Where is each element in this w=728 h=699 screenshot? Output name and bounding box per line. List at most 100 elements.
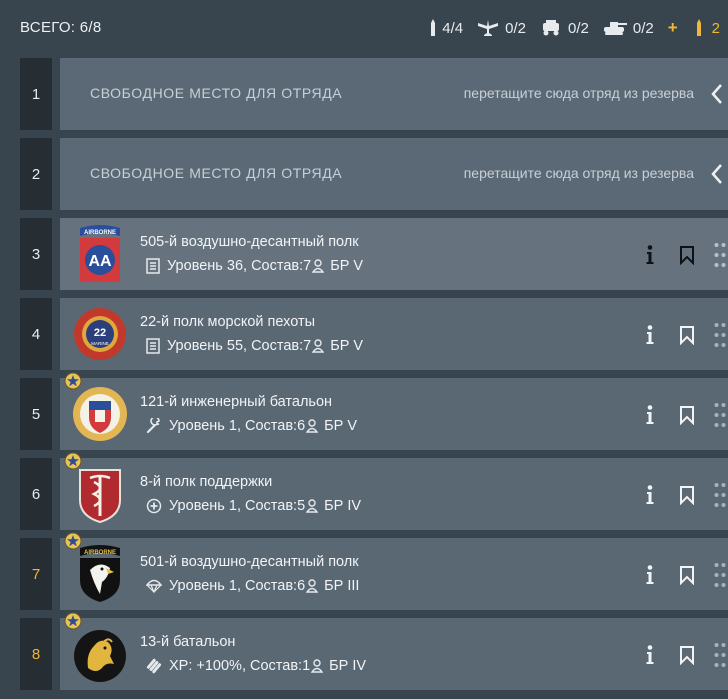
- eagle-airborne-emblem: AIRBORNE: [80, 545, 120, 602]
- medic-plus-icon: [146, 498, 162, 514]
- bookmark-icon: [680, 406, 694, 425]
- squad-slot-5: 5 121-й инженерный батальон Уровень 1, С…: [20, 372, 728, 450]
- slot-number: 7: [20, 538, 52, 610]
- squad-slot-3: 3 AIRBORNE AA 505-й воздушно-десантный п…: [20, 218, 728, 290]
- squad-slot-8: 8 13-й батальон XP: +100%, Состав:1 БР I…: [20, 612, 728, 690]
- bookmark-button[interactable]: [676, 482, 698, 508]
- info-button[interactable]: [640, 242, 660, 268]
- squad-name: 8-й полк поддержки: [140, 474, 273, 490]
- chevron-left-icon[interactable]: [710, 163, 724, 185]
- bookmark-button[interactable]: [676, 402, 698, 428]
- svg-text:22: 22: [94, 327, 106, 339]
- squad-name: 13-й батальон: [140, 634, 236, 650]
- slot-number: 1: [20, 58, 52, 130]
- wrench-icon: [146, 418, 162, 434]
- squad-card[interactable]: AIRBORNE AA 505-й воздушно-десантный пол…: [60, 218, 728, 290]
- info-icon: [646, 565, 654, 584]
- info-button[interactable]: [640, 322, 660, 348]
- squad-slot-2: 2 СВОБОДНОЕ МЕСТО ДЛЯ ОТРЯДА перетащите …: [20, 138, 728, 210]
- bookmark-icon: [680, 326, 694, 345]
- vehicle-icon: [543, 20, 559, 36]
- rifle-bullet-icon: [431, 19, 436, 36]
- info-icon: [646, 325, 654, 344]
- squad-name: 501-й воздушно-десантный полк: [140, 554, 359, 570]
- squad-stats: Уровень 55, Состав:7 БР V: [146, 338, 363, 354]
- info-icon: [646, 405, 654, 424]
- tank-icon: [603, 22, 627, 35]
- squad-actions: [640, 560, 728, 590]
- slot-number: 4: [20, 298, 52, 370]
- drag-handle[interactable]: [712, 480, 728, 510]
- bookmark-button[interactable]: [676, 322, 698, 348]
- squad-card[interactable]: 13-й батальон XP: +100%, Состав:1 БР IV: [60, 612, 728, 690]
- empty-slot-hint: перетащите сюда отряд из резерва: [463, 165, 694, 181]
- info-button[interactable]: [640, 482, 660, 508]
- soldier-icon: [306, 419, 319, 433]
- bookmark-button[interactable]: [676, 242, 698, 268]
- soldier-icon: [312, 259, 325, 273]
- squad-actions: [640, 640, 728, 670]
- aircraft-icon: [478, 20, 499, 36]
- medical-caduceus-emblem: [79, 469, 121, 524]
- slot-number: 2: [20, 138, 52, 210]
- info-button[interactable]: [640, 562, 660, 588]
- drag-handle[interactable]: [712, 240, 728, 270]
- drag-handle-icon: [714, 323, 726, 347]
- bookmark-button[interactable]: [676, 642, 698, 668]
- drag-handle-icon: [714, 563, 726, 587]
- squad-actions: [640, 240, 728, 270]
- drag-handle-icon: [714, 483, 726, 507]
- drag-handle[interactable]: [712, 560, 728, 590]
- add-slot-button[interactable]: +: [668, 18, 678, 38]
- bookmark-icon: [680, 486, 694, 505]
- empty-slot-dropzone[interactable]: СВОБОДНОЕ МЕСТО ДЛЯ ОТРЯДА перетащите сю…: [60, 58, 728, 130]
- info-icon: [646, 645, 654, 664]
- chevron-left-icon[interactable]: [710, 83, 724, 105]
- squad-name: 121-й инженерный батальон: [140, 394, 333, 410]
- rank-icon: [146, 258, 160, 274]
- aircraft-counter: 0/2: [477, 19, 526, 37]
- soldier-icon: [311, 659, 324, 673]
- drag-handle-icon: [714, 403, 726, 427]
- soldier-icon: [306, 499, 319, 513]
- squad-slot-1: 1 СВОБОДНОЕ МЕСТО ДЛЯ ОТРЯДА перетащите …: [20, 58, 728, 130]
- unit-type-counters: 4/4 0/2 0/2 0/2 + 2: [416, 18, 720, 38]
- info-button[interactable]: [640, 642, 660, 668]
- empty-slot-dropzone[interactable]: СВОБОДНОЕ МЕСТО ДЛЯ ОТРЯДА перетащите сю…: [60, 138, 728, 210]
- info-icon: [646, 485, 654, 504]
- total-squads-label: ВСЕГО: 6/8: [20, 19, 102, 36]
- squad-slot-6: 6 8-й полк поддержки Уровень 1, Состав:5…: [20, 452, 728, 530]
- drag-handle[interactable]: [712, 640, 728, 670]
- squad-card[interactable]: 22 MARINE 22-й полк морской пехоты Урове…: [60, 298, 728, 370]
- bookmark-icon: [680, 646, 694, 665]
- premium-slot-counter: 2: [696, 19, 720, 37]
- empty-slot-hint: перетащите сюда отряд из резерва: [463, 85, 694, 101]
- slot-number: 5: [20, 378, 52, 450]
- squad-name: 22-й полк морской пехоты: [140, 314, 316, 330]
- parachute-icon: [146, 578, 162, 594]
- empty-slot-title: СВОБОДНОЕ МЕСТО ДЛЯ ОТРЯДА: [90, 165, 343, 181]
- squad-slot-7: 7 AIRBORNE 501-й воздушно-десантный полк…: [20, 532, 728, 610]
- drag-handle[interactable]: [712, 320, 728, 350]
- squad-header: ВСЕГО: 6/8 4/4 0/2 0/2 0/2 + 2: [0, 0, 728, 56]
- bookmark-icon: [680, 566, 694, 585]
- info-button[interactable]: [640, 402, 660, 428]
- squad-stats: Уровень 1, Состав:6 БР V: [146, 418, 357, 434]
- slot-number: 6: [20, 458, 52, 530]
- squad-actions: [640, 480, 728, 510]
- svg-text:AIRBORNE: AIRBORNE: [84, 230, 116, 236]
- squad-stats: Уровень 36, Состав:7 БР V: [146, 258, 363, 274]
- infantry-counter: 4/4: [430, 19, 463, 37]
- drag-handle[interactable]: [712, 400, 728, 430]
- engineer-shield-emblem: [73, 387, 127, 441]
- vehicle-counter: 0/2: [540, 20, 589, 37]
- svg-text:AA: AA: [88, 253, 112, 270]
- bookmark-button[interactable]: [676, 562, 698, 588]
- lion-emblem: [74, 630, 126, 682]
- squad-card[interactable]: 121-й инженерный батальон Уровень 1, Сос…: [60, 372, 728, 450]
- squad-card[interactable]: AIRBORNE 501-й воздушно-десантный полк У…: [60, 532, 728, 610]
- xp-ammo-icon: [146, 658, 162, 674]
- slot-number: 8: [20, 618, 52, 690]
- squad-stats: Уровень 1, Состав:5 БР IV: [146, 498, 361, 514]
- squad-card[interactable]: 8-й полк поддержки Уровень 1, Состав:5 Б…: [60, 452, 728, 530]
